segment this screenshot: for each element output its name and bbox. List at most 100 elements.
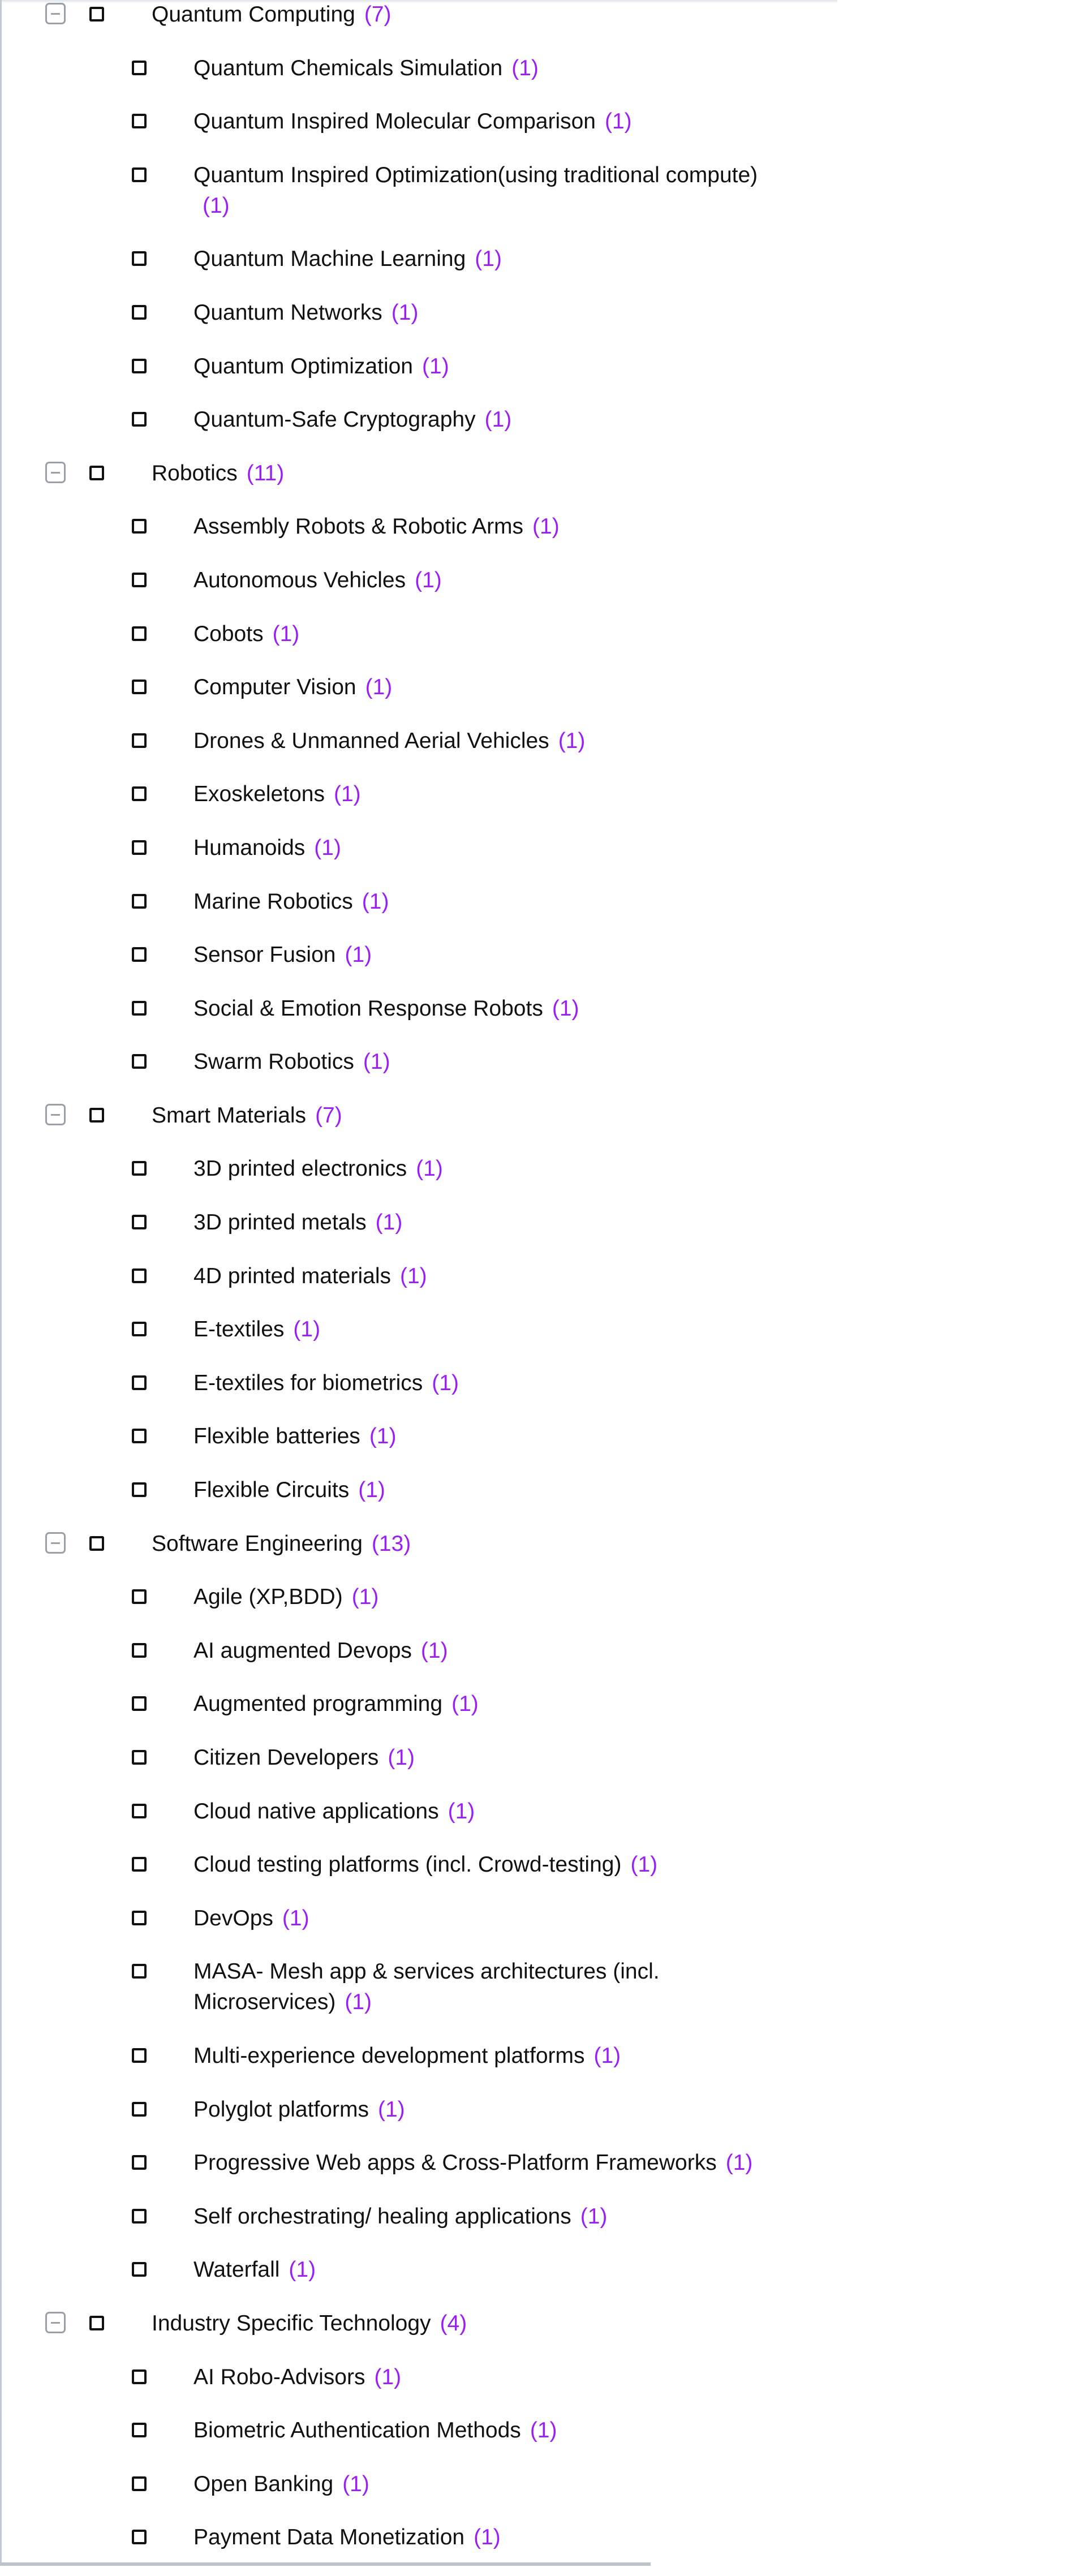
group-label[interactable]: Quantum Computing (7) (152, 0, 392, 30)
checkbox[interactable] (132, 733, 147, 748)
checkbox[interactable] (132, 2101, 147, 2117)
item-label[interactable]: Flexible batteries (1) (193, 1421, 396, 1452)
item-label[interactable]: E-textiles (1) (193, 1314, 320, 1345)
collapse-toggle-icon[interactable] (45, 1103, 66, 1125)
checkbox[interactable] (132, 519, 147, 534)
checkbox[interactable] (132, 1750, 147, 1765)
checkbox[interactable] (132, 1429, 147, 1444)
item-label[interactable]: Self orchestrating/ healing applications… (193, 2201, 607, 2232)
group-label[interactable]: Smart Materials (7) (152, 1100, 342, 1131)
checkbox[interactable] (132, 2262, 147, 2277)
item-label[interactable]: Augmented programming (1) (193, 1689, 479, 1719)
checkbox[interactable] (89, 1536, 104, 1551)
checkbox[interactable] (132, 626, 147, 641)
checkbox[interactable] (132, 1803, 147, 1818)
checkbox[interactable] (132, 1696, 147, 1711)
checkbox[interactable] (89, 1107, 104, 1123)
checkbox[interactable] (132, 114, 147, 129)
checkbox[interactable] (132, 1857, 147, 1872)
checkbox[interactable] (132, 358, 147, 373)
item-label[interactable]: E-textiles for biometrics (1) (193, 1368, 459, 1399)
item-label[interactable]: MASA- Mesh app & services architectures … (193, 1956, 771, 2018)
item-label[interactable]: Quantum Inspired Optimization(using trad… (193, 160, 771, 221)
item-label[interactable]: Humanoids (1) (193, 833, 341, 863)
checkbox[interactable] (132, 1054, 147, 1069)
checkbox[interactable] (132, 947, 147, 962)
checkbox[interactable] (89, 465, 104, 480)
item-label[interactable]: Drones & Unmanned Aerial Vehicles (1) (193, 726, 585, 756)
item-label[interactable]: Progressive Web apps & Cross-Platform Fr… (193, 2148, 752, 2178)
checkbox[interactable] (132, 1375, 147, 1390)
item-label[interactable]: Exoskeletons (1) (193, 779, 361, 810)
checkbox[interactable] (132, 786, 147, 802)
group-label[interactable]: Robotics (11) (152, 458, 284, 489)
category-item-assembly-robots-robotic-arms: Assembly Robots & Robotic Arms (1) (0, 511, 849, 542)
item-label[interactable]: AI Robo-Advisors (1) (193, 2362, 401, 2393)
item-label[interactable]: Biometric Authentication Methods (1) (193, 2415, 557, 2446)
collapse-toggle-icon[interactable] (45, 3, 66, 24)
item-label[interactable]: Cloud testing platforms (incl. Crowd-tes… (193, 1850, 657, 1880)
item-label[interactable]: Payment Data Monetization (1) (193, 2522, 501, 2553)
item-label[interactable]: Cloud native applications (1) (193, 1796, 475, 1827)
item-label[interactable]: Quantum-Safe Cryptography (1) (193, 405, 511, 435)
checkbox[interactable] (132, 1215, 147, 1230)
checkbox[interactable] (132, 2155, 147, 2170)
checkbox[interactable] (132, 1964, 147, 1979)
item-label[interactable]: Agile (XP,BDD) (1) (193, 1582, 378, 1612)
item-label[interactable]: Swarm Robotics (1) (193, 1047, 390, 1077)
checkbox[interactable] (132, 2369, 147, 2384)
checkbox[interactable] (132, 572, 147, 587)
item-label[interactable]: 3D printed metals (1) (193, 1207, 402, 1238)
item-label[interactable]: Open Banking (1) (193, 2469, 369, 2500)
item-label[interactable]: Flexible Circuits (1) (193, 1475, 385, 1506)
item-label[interactable]: Autonomous Vehicles (1) (193, 565, 442, 596)
item-label[interactable]: Quantum Inspired Molecular Comparison (1) (193, 106, 632, 137)
checkbox[interactable] (89, 7, 104, 21)
checkbox[interactable] (132, 2208, 147, 2224)
item-label[interactable]: Sensor Fusion (1) (193, 940, 372, 970)
checkbox[interactable] (132, 1589, 147, 1605)
item-label[interactable]: Computer Vision (1) (193, 672, 392, 703)
checkbox[interactable] (132, 840, 147, 855)
checkbox[interactable] (132, 60, 147, 75)
checkbox[interactable] (132, 412, 147, 427)
checkbox[interactable] (132, 2423, 147, 2438)
item-label[interactable]: Marine Robotics (1) (193, 887, 389, 917)
item-label[interactable]: AI augmented Devops (1) (193, 1636, 448, 1666)
checkbox[interactable] (132, 2048, 147, 2063)
item-label[interactable]: 4D printed materials (1) (193, 1261, 427, 1292)
checkbox[interactable] (132, 251, 147, 266)
checkbox[interactable] (132, 2530, 147, 2545)
item-label[interactable]: Quantum Chemicals Simulation (1) (193, 53, 539, 84)
checkbox[interactable] (132, 2476, 147, 2491)
item-label[interactable]: Quantum Optimization (1) (193, 351, 449, 382)
item-label[interactable]: Quantum Machine Learning (1) (193, 244, 502, 274)
item-label[interactable]: Assembly Robots & Robotic Arms (1) (193, 511, 560, 542)
checkbox[interactable] (132, 1000, 147, 1016)
checkbox[interactable] (132, 1268, 147, 1283)
collapse-toggle-icon[interactable] (45, 1532, 66, 1554)
checkbox[interactable] (132, 1161, 147, 1176)
item-label[interactable]: Social & Emotion Response Robots (1) (193, 994, 579, 1024)
checkbox[interactable] (132, 304, 147, 320)
item-label[interactable]: Citizen Developers (1) (193, 1743, 415, 1773)
checkbox[interactable] (132, 1642, 147, 1658)
group-label[interactable]: Industry Specific Technology (4) (152, 2308, 467, 2339)
checkbox[interactable] (132, 167, 147, 182)
checkbox[interactable] (132, 1482, 147, 1498)
collapse-toggle-icon[interactable] (45, 461, 66, 483)
item-label[interactable]: Multi-experience development platforms (1… (193, 2041, 621, 2071)
checkbox[interactable] (132, 1910, 147, 1925)
checkbox[interactable] (132, 680, 147, 695)
collapse-toggle-icon[interactable] (45, 2311, 66, 2333)
item-label[interactable]: Polyglot platforms (1) (193, 2095, 405, 2125)
checkbox[interactable] (89, 2315, 104, 2330)
item-label[interactable]: DevOps (1) (193, 1903, 309, 1934)
item-label[interactable]: 3D printed electronics (1) (193, 1154, 443, 1184)
checkbox[interactable] (132, 893, 147, 909)
group-label[interactable]: Software Engineering (13) (152, 1529, 411, 1559)
checkbox[interactable] (132, 1322, 147, 1337)
item-label[interactable]: Waterfall (1) (193, 2255, 316, 2285)
item-label[interactable]: Cobots (1) (193, 619, 299, 650)
item-label[interactable]: Quantum Networks (1) (193, 298, 418, 328)
